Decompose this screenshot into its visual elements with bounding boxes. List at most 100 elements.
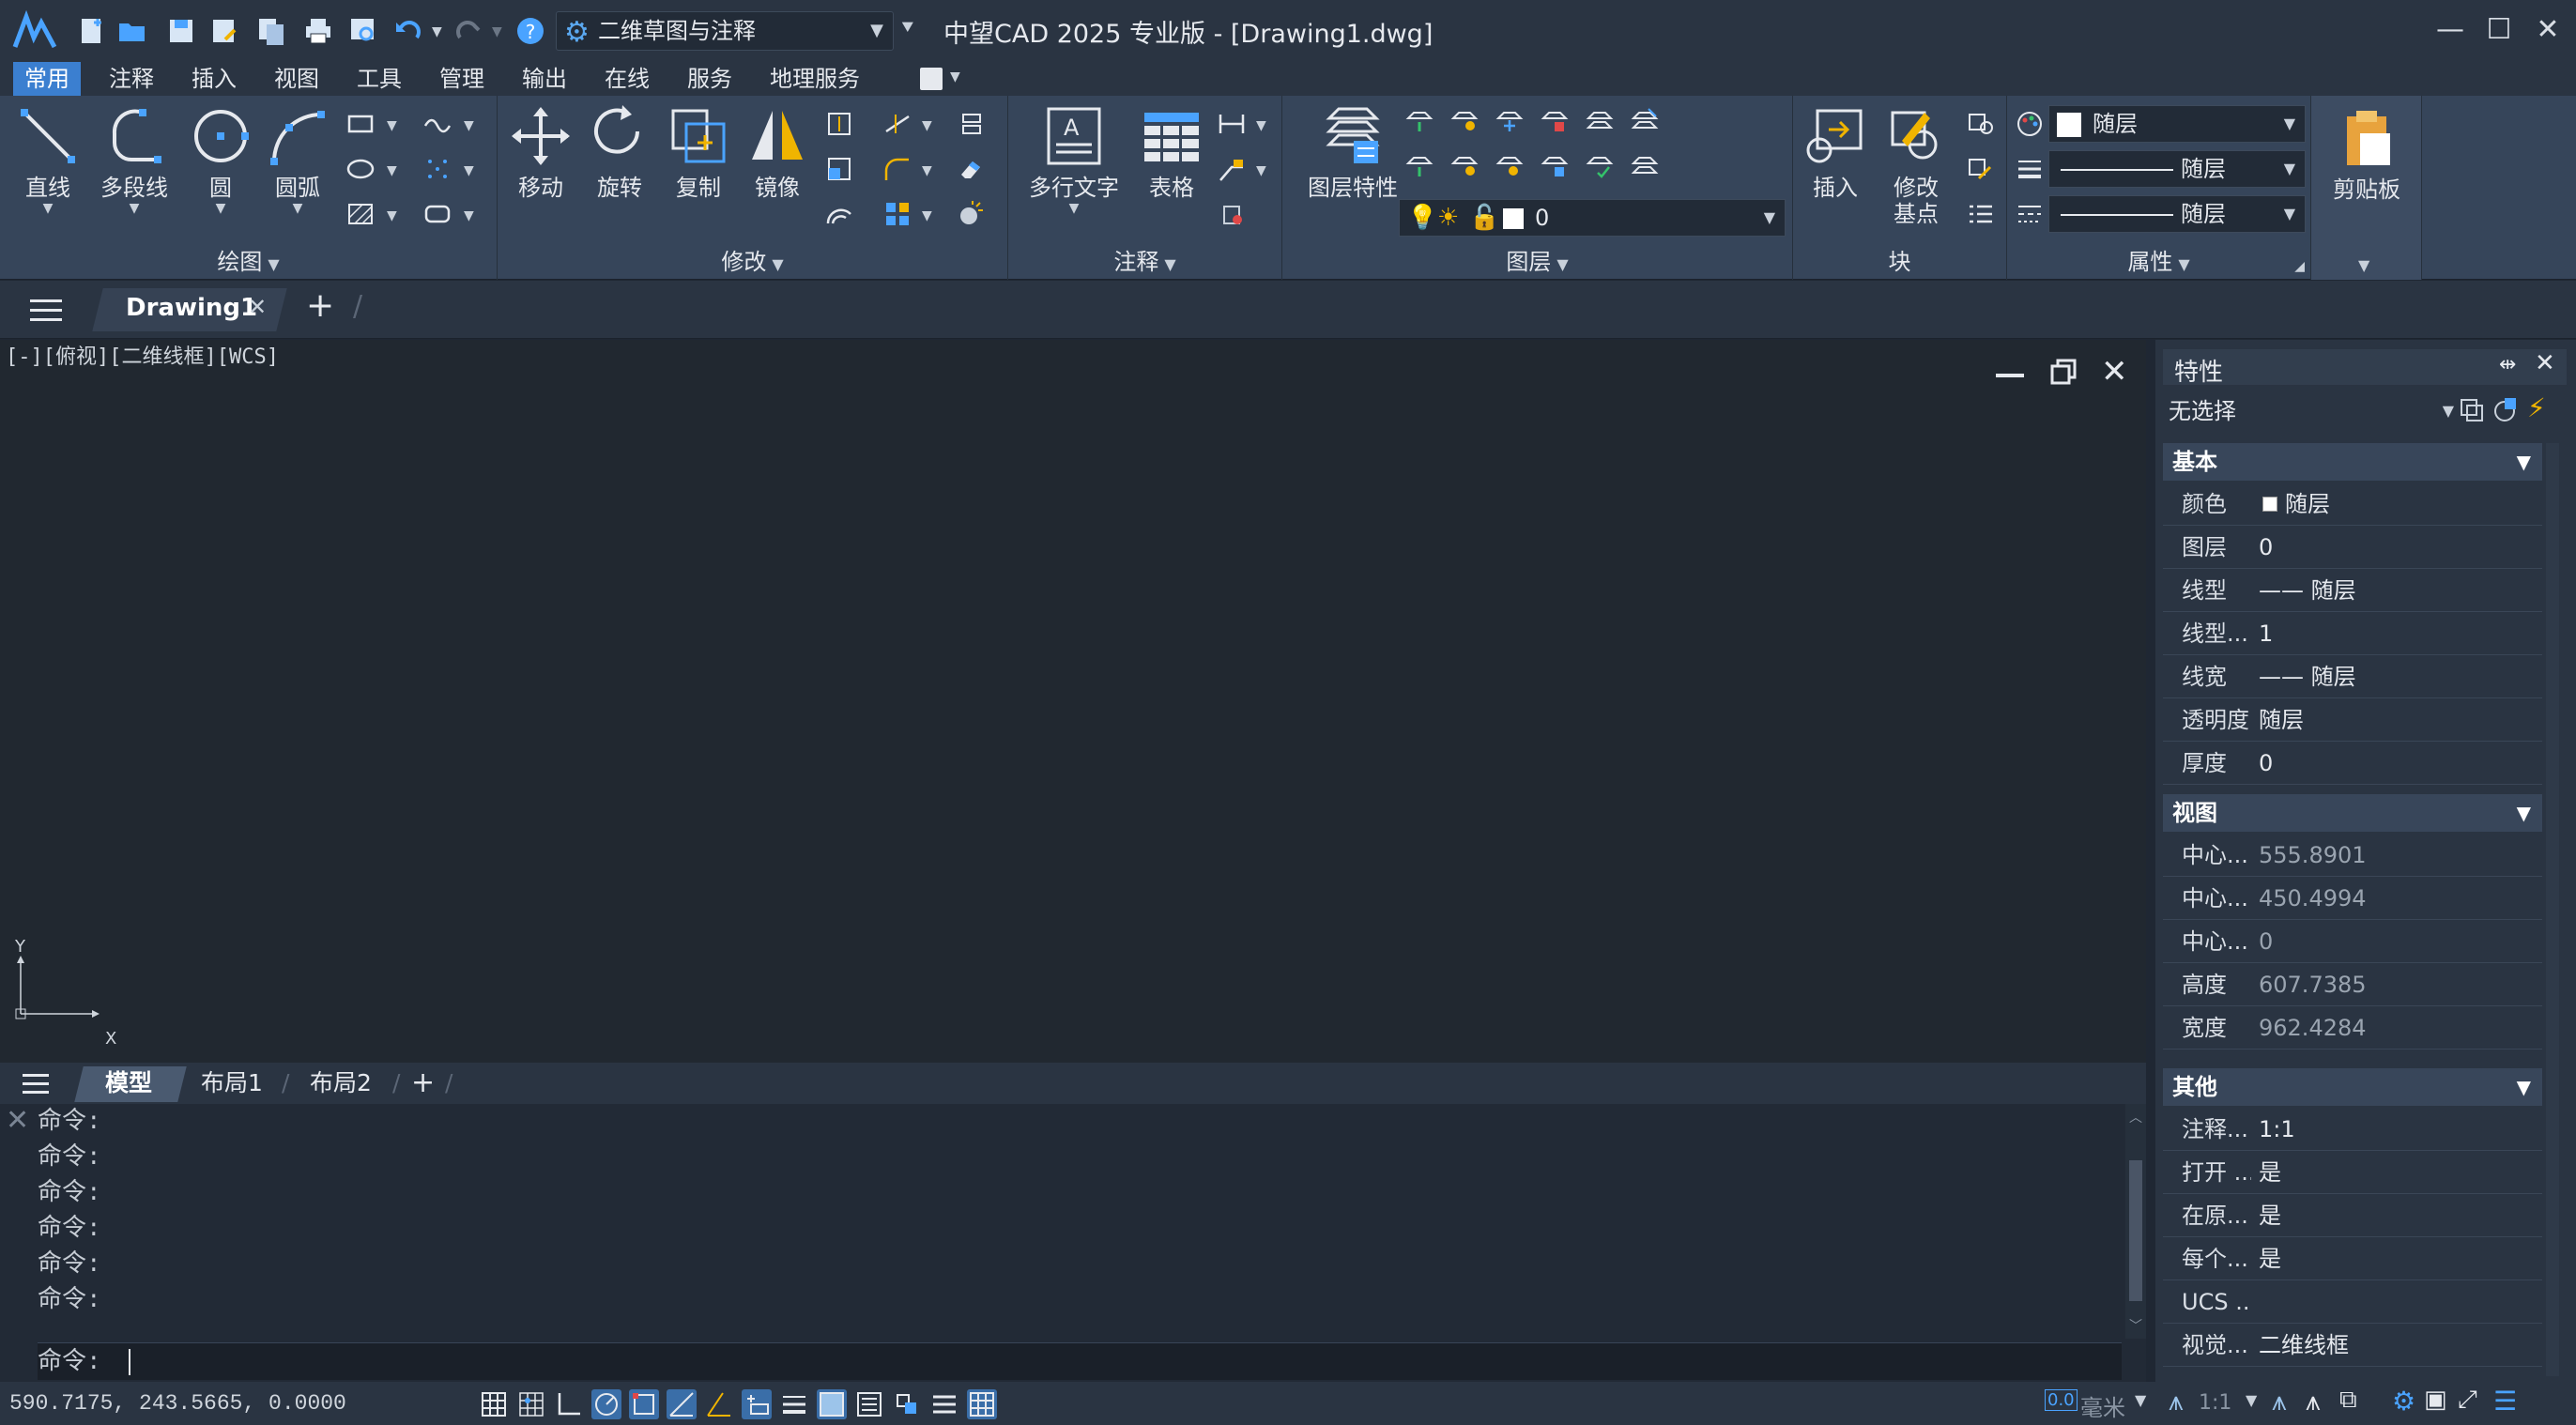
prop-row-color[interactable]: 颜色 随层: [2163, 483, 2542, 526]
auto-scale-icon[interactable]: ⩚: [2306, 1386, 2321, 1417]
layer-lock-icon[interactable]: [1540, 105, 1573, 139]
erase-icon[interactable]: [956, 154, 989, 188]
copy-doc-icon[interactable]: [255, 15, 287, 47]
prop-row-visual-style[interactable]: 视觉... 二维线框: [2163, 1324, 2542, 1367]
layout-menu-icon[interactable]: [23, 1074, 49, 1095]
tab-annotate[interactable]: 注释: [98, 62, 165, 96]
tab-insert[interactable]: 插入: [180, 62, 248, 96]
snap-icon[interactable]: [516, 1389, 546, 1419]
chevron-down-icon[interactable]: ▼: [1256, 163, 1266, 178]
mirror-button[interactable]: 镜像: [734, 103, 820, 235]
prop-row-width[interactable]: 宽度 962.4284: [2163, 1006, 2542, 1050]
layer-select[interactable]: 💡 ☀ 🔓 0 ▼: [1399, 199, 1786, 237]
edit-block-icon[interactable]: [1966, 154, 2000, 188]
section-view[interactable]: 视图 ▼: [2163, 794, 2542, 832]
close-command-icon[interactable]: ✕: [6, 1104, 29, 1137]
insert-block-button[interactable]: 插入: [1793, 103, 1878, 235]
add-layout-icon[interactable]: +: [411, 1063, 435, 1104]
workspace-select[interactable]: ⚙ 二维草图与注释 ▼: [556, 11, 894, 51]
lineweight-select[interactable]: 随层 ▼: [2048, 150, 2306, 188]
tab-geo-services[interactable]: 地理服务: [759, 62, 871, 96]
layout-tab-model[interactable]: 模型: [105, 1063, 152, 1104]
offset-icon[interactable]: [824, 199, 858, 233]
chevron-down-icon[interactable]: ▼: [2135, 1391, 2146, 1409]
prop-row-ucs-at-origin[interactable]: 在原... 是: [2163, 1194, 2542, 1237]
chevron-down-icon[interactable]: ▼: [464, 118, 474, 133]
new-file-icon[interactable]: [75, 15, 107, 47]
close-button[interactable]: ✕: [2520, 9, 2576, 51]
transparency-icon[interactable]: [817, 1389, 847, 1419]
annotation-monitor-icon[interactable]: [929, 1389, 959, 1419]
customization-menu-icon[interactable]: ☰: [2493, 1386, 2517, 1417]
stretch-icon[interactable]: [824, 109, 858, 143]
explode-icon[interactable]: [956, 199, 989, 233]
create-block-icon[interactable]: [1966, 109, 2000, 143]
dimension-icon[interactable]: [1217, 109, 1250, 143]
command-scrollbar[interactable]: ︿ ﹀: [2125, 1104, 2146, 1339]
mtext-button[interactable]: A 多行文字 ▼: [1018, 103, 1130, 235]
tab-tools[interactable]: 工具: [345, 62, 413, 96]
hardware-acceleration-icon[interactable]: ▣: [2424, 1386, 2447, 1414]
mark-icon[interactable]: [1217, 199, 1250, 233]
align-icon[interactable]: [956, 109, 989, 143]
annotation-visibility-icon[interactable]: ⩚: [2272, 1386, 2287, 1417]
chevron-down-icon[interactable]: ▼: [922, 118, 932, 133]
print-icon[interactable]: [302, 15, 334, 47]
workspace-switch-icon[interactable]: ⧉: [2339, 1386, 2357, 1415]
cursor-coordinates[interactable]: 590.7175, 243.5665, 0.0000: [9, 1391, 346, 1416]
viewport-restore-icon[interactable]: [2050, 359, 2077, 385]
block-attribute-icon[interactable]: [1966, 199, 2000, 233]
save-as-icon[interactable]: [208, 15, 240, 47]
chevron-down-icon[interactable]: ▼: [464, 163, 474, 178]
base-point-button[interactable]: 修改 基点: [1874, 103, 1958, 235]
hatch-icon[interactable]: [345, 199, 379, 233]
close-palette-icon[interactable]: ✕: [2535, 349, 2555, 377]
drawing-canvas[interactable]: [-][俯视][二维线框][WCS] ✕ Y X: [0, 340, 2146, 1063]
ribbon-minimize-icon[interactable]: [920, 68, 943, 90]
layer-match-icon[interactable]: [1585, 105, 1618, 139]
chevron-down-icon[interactable]: ▼: [387, 208, 397, 223]
annotation-panel-title[interactable]: 注释 ▼: [1008, 244, 1281, 280]
polyline-button[interactable]: 多段线 ▼: [92, 103, 176, 235]
clipboard-button[interactable]: 剪贴板: [2324, 105, 2409, 237]
prop-row-linetype[interactable]: 线型 —— 随层: [2163, 569, 2542, 612]
section-basic[interactable]: 基本 ▼: [2163, 443, 2542, 481]
command-input[interactable]: 命令:: [38, 1342, 2122, 1380]
help-icon[interactable]: ?: [514, 15, 546, 47]
viewport-minimize-icon[interactable]: [1996, 374, 2024, 377]
layers-panel-title[interactable]: 图层 ▼: [1282, 244, 1792, 280]
quick-properties-icon[interactable]: [854, 1389, 884, 1419]
viewport-close-icon[interactable]: ✕: [2101, 353, 2128, 391]
lineweight-icon[interactable]: [2015, 154, 2048, 188]
palette-scrollbar[interactable]: [2546, 443, 2559, 1376]
undo-icon[interactable]: [392, 15, 424, 47]
point-icon[interactable]: [422, 154, 456, 188]
tab-services[interactable]: 服务: [676, 62, 744, 96]
prop-row-layer[interactable]: 图层 0: [2163, 526, 2542, 569]
prop-row-height[interactable]: 高度 607.7385: [2163, 963, 2542, 1006]
chevron-down-icon[interactable]: ▼: [387, 118, 397, 133]
move-button[interactable]: 移动: [498, 103, 584, 235]
layer-unisolate-icon[interactable]: [1449, 150, 1483, 184]
draw-panel-title[interactable]: 绘图 ▼: [0, 244, 497, 280]
dynamic-ucs-icon[interactable]: [704, 1389, 734, 1419]
grid-icon[interactable]: [479, 1389, 509, 1419]
chevron-down-icon[interactable]: ▼: [922, 163, 932, 178]
prop-row-center-x[interactable]: 中心... 555.8901: [2163, 834, 2542, 877]
annotation-scale-label[interactable]: 1:1: [2199, 1391, 2231, 1415]
array-icon[interactable]: [882, 199, 916, 233]
minimize-button[interactable]: —: [2422, 9, 2478, 51]
prop-row-transparency[interactable]: 透明度 随层: [2163, 698, 2542, 742]
ortho-icon[interactable]: [554, 1389, 584, 1419]
prop-row-annotation-scale[interactable]: 注释... 1:1: [2163, 1108, 2542, 1151]
clean-screen-icon[interactable]: ⤢: [2458, 1386, 2477, 1415]
clipboard-panel[interactable]: 剪贴板 ▼: [2311, 96, 2422, 280]
chevron-down-icon[interactable]: ▼: [2246, 1391, 2257, 1409]
circle-button[interactable]: 圆 ▼: [178, 103, 263, 235]
prop-row-thickness[interactable]: 厚度 0: [2163, 742, 2542, 785]
menu-icon[interactable]: [30, 298, 62, 322]
tab-manage[interactable]: 管理: [428, 62, 496, 96]
undo-dropdown-icon[interactable]: ▼: [432, 24, 442, 39]
table-button[interactable]: 表格: [1125, 103, 1219, 235]
layout-tab-1[interactable]: 布局1: [201, 1063, 263, 1104]
